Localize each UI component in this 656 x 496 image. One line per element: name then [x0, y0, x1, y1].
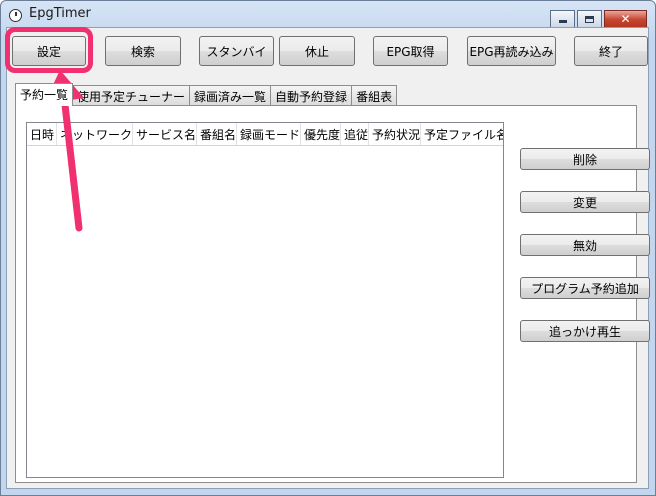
tab-reservation-list[interactable]: 予約一覧 — [15, 83, 74, 106]
pointer-arrow-icon — [44, 70, 84, 232]
